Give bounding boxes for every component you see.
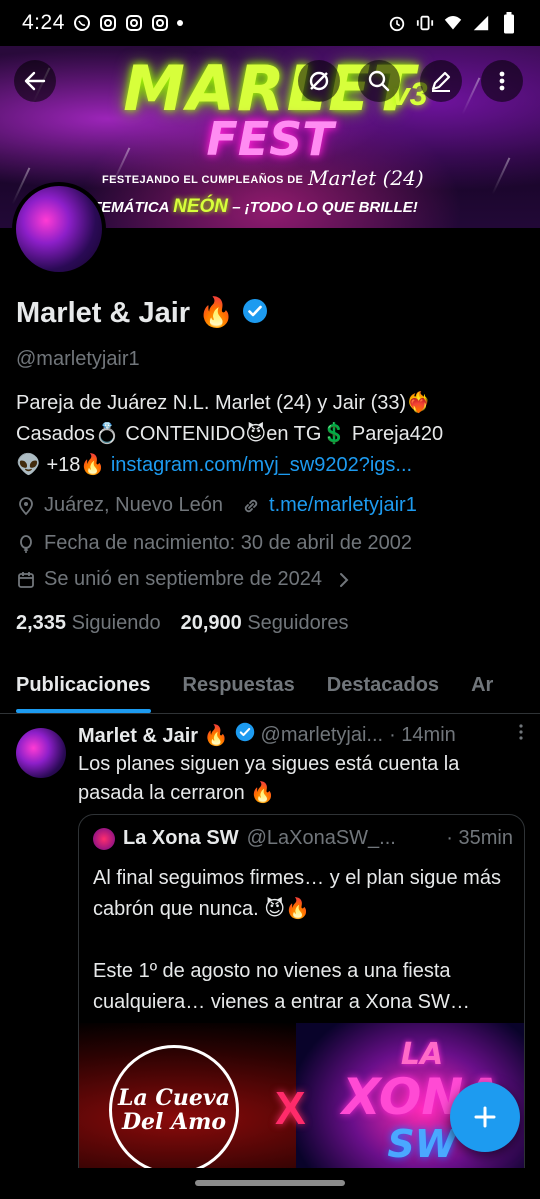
following-label: Siguiendo (71, 612, 161, 634)
vibrate-icon (416, 14, 434, 32)
tab-respuestas[interactable]: Respuestas (167, 658, 311, 713)
banner-script-name: Marlet (24) (308, 166, 424, 190)
edit-button[interactable] (420, 60, 462, 102)
plus-icon (474, 1106, 496, 1128)
back-button[interactable] (14, 60, 56, 102)
notification-dot-icon (176, 20, 183, 26)
banner-theme-suffix: – ¡TODO LO QUE BRILLE! (232, 199, 418, 216)
bio-instagram-link[interactable]: instagram.com/myj_sw9202?igs... (111, 454, 412, 476)
quote-author-avatar (93, 827, 115, 850)
more-vertical-icon (519, 724, 523, 740)
grok-button[interactable] (298, 60, 340, 102)
whatsapp-icon (73, 14, 91, 32)
quote-author-handle: @LaXonaSW_... (246, 827, 396, 849)
quote-time: · 35min (446, 827, 513, 849)
tweet-text: Los planes siguen ya sigues está cuenta … (78, 753, 460, 804)
status-time: 4:24 (22, 11, 65, 34)
quote-text-line-1: Al final seguimos firmes… y el plan sigu… (93, 867, 501, 920)
profile-bio: Pareja de Juárez N.L. Marlet (24) y Jair… (16, 388, 526, 481)
quote-image-left-logo: La Cueva Del Amo (109, 1045, 239, 1175)
instagram-icon (99, 14, 117, 32)
tweet-author-name[interactable]: Marlet & Jair 🔥 (78, 723, 229, 748)
calendar-icon (16, 570, 36, 590)
followers-label: Seguidores (247, 612, 349, 634)
profile-name-row: Marlet & Jair 🔥 (16, 296, 268, 330)
quote-image-x: X (275, 1082, 306, 1134)
home-indicator[interactable] (195, 1180, 345, 1186)
grok-icon (309, 71, 329, 91)
followers-count: 20,900 (180, 612, 242, 634)
verified-badge-icon (235, 722, 255, 748)
quote-author-name: La Xona SW (123, 827, 239, 849)
tweet-header: Marlet & Jair 🔥 @marletyjai... · 14min (78, 722, 528, 748)
battery-icon (500, 12, 518, 34)
website-link[interactable]: t.me/marletyjair1 (269, 494, 417, 517)
profile-meta-joined[interactable]: Se unió en septiembre de 2024 (16, 568, 354, 591)
location-text: Juárez, Nuevo León (44, 494, 224, 516)
bio-line-2: Casados💍 CONTENIDO😈en TG💲 Pareja420 (16, 423, 444, 445)
quote-image-la: LA (400, 1037, 444, 1072)
more-options-button[interactable] (481, 60, 523, 102)
quote-text-line-2: Este 1º de agosto no vienes a una fiesta… (93, 960, 470, 1013)
banner-theme: TEMÁTICA NEÓN – ¡TODO LO QUE BRILLE! (92, 196, 418, 218)
profile-name: Marlet & Jair 🔥 (16, 297, 235, 329)
banner-subtitle: FESTEJANDO EL CUMPLEAÑOS DE (102, 174, 304, 186)
following-count: 2,335 (16, 612, 67, 634)
search-icon (368, 70, 390, 92)
tweet-avatar[interactable] (16, 728, 66, 778)
follow-stats: 2,335 Siguiendo 20,900 Seguidores (16, 612, 349, 635)
quoted-tweet[interactable]: La Xona SW @LaXonaSW_... · 35min Al fina… (78, 814, 525, 1199)
link-icon (241, 496, 261, 516)
profile-avatar[interactable] (12, 182, 106, 276)
tab-destacados[interactable]: Destacados (311, 658, 455, 713)
profile-meta-location: Juárez, Nuevo León t.me/marletyjair1 (16, 494, 417, 517)
bio-line-1: Pareja de Juárez N.L. Marlet (24) y Jair… (16, 392, 432, 414)
balloon-icon (16, 534, 36, 554)
quote-header: La Xona SW @LaXonaSW_... · 35min (93, 827, 513, 850)
tweet-more-button[interactable] (514, 722, 528, 748)
profile-tabs: Publicaciones Respuestas Destacados Ar (0, 658, 540, 714)
bio-line-3: 👽 +18🔥 instagram.com/myj_sw9202?igs... (16, 450, 526, 481)
tab-articulos[interactable]: Ar (455, 658, 509, 713)
location-pin-icon (16, 496, 36, 516)
chevron-right-icon (334, 570, 354, 590)
joined-text: Se unió en septiembre de 2024 (44, 568, 322, 590)
compose-button[interactable] (450, 1082, 520, 1152)
alarm-icon (388, 14, 406, 32)
following-link[interactable]: 2,335 Siguiendo (16, 612, 161, 635)
profile-meta-birthday: Fecha de nacimiento: 30 de abril de 2002 (16, 532, 412, 555)
quote-text: Al final seguimos firmes… y el plan sigu… (93, 863, 513, 1018)
pencil-icon (431, 71, 451, 92)
verified-badge-icon (242, 298, 268, 329)
wifi-icon (444, 14, 462, 32)
banner-fest: FEST (206, 112, 334, 166)
tweet-time: · 14min (389, 723, 456, 746)
followers-link[interactable]: 20,900 Seguidores (181, 612, 349, 635)
birthday-text: Fecha de nacimiento: 30 de abril de 2002 (44, 532, 413, 554)
bio-line-3-prefix: 👽 +18🔥 (16, 454, 111, 476)
tweet-author-handle: @marletyjai... (260, 723, 384, 746)
more-vertical-icon (499, 71, 505, 91)
instagram-icon (125, 14, 143, 32)
search-button[interactable] (358, 60, 400, 102)
profile-handle: @marletyjair1 (16, 348, 140, 370)
signal-icon (472, 14, 490, 32)
instagram-icon (151, 14, 169, 32)
status-bar: 4:24 (0, 0, 540, 46)
back-arrow-icon (24, 71, 46, 91)
tab-publicaciones[interactable]: Publicaciones (0, 658, 167, 713)
banner-theme-neon: NEÓN (173, 196, 229, 217)
